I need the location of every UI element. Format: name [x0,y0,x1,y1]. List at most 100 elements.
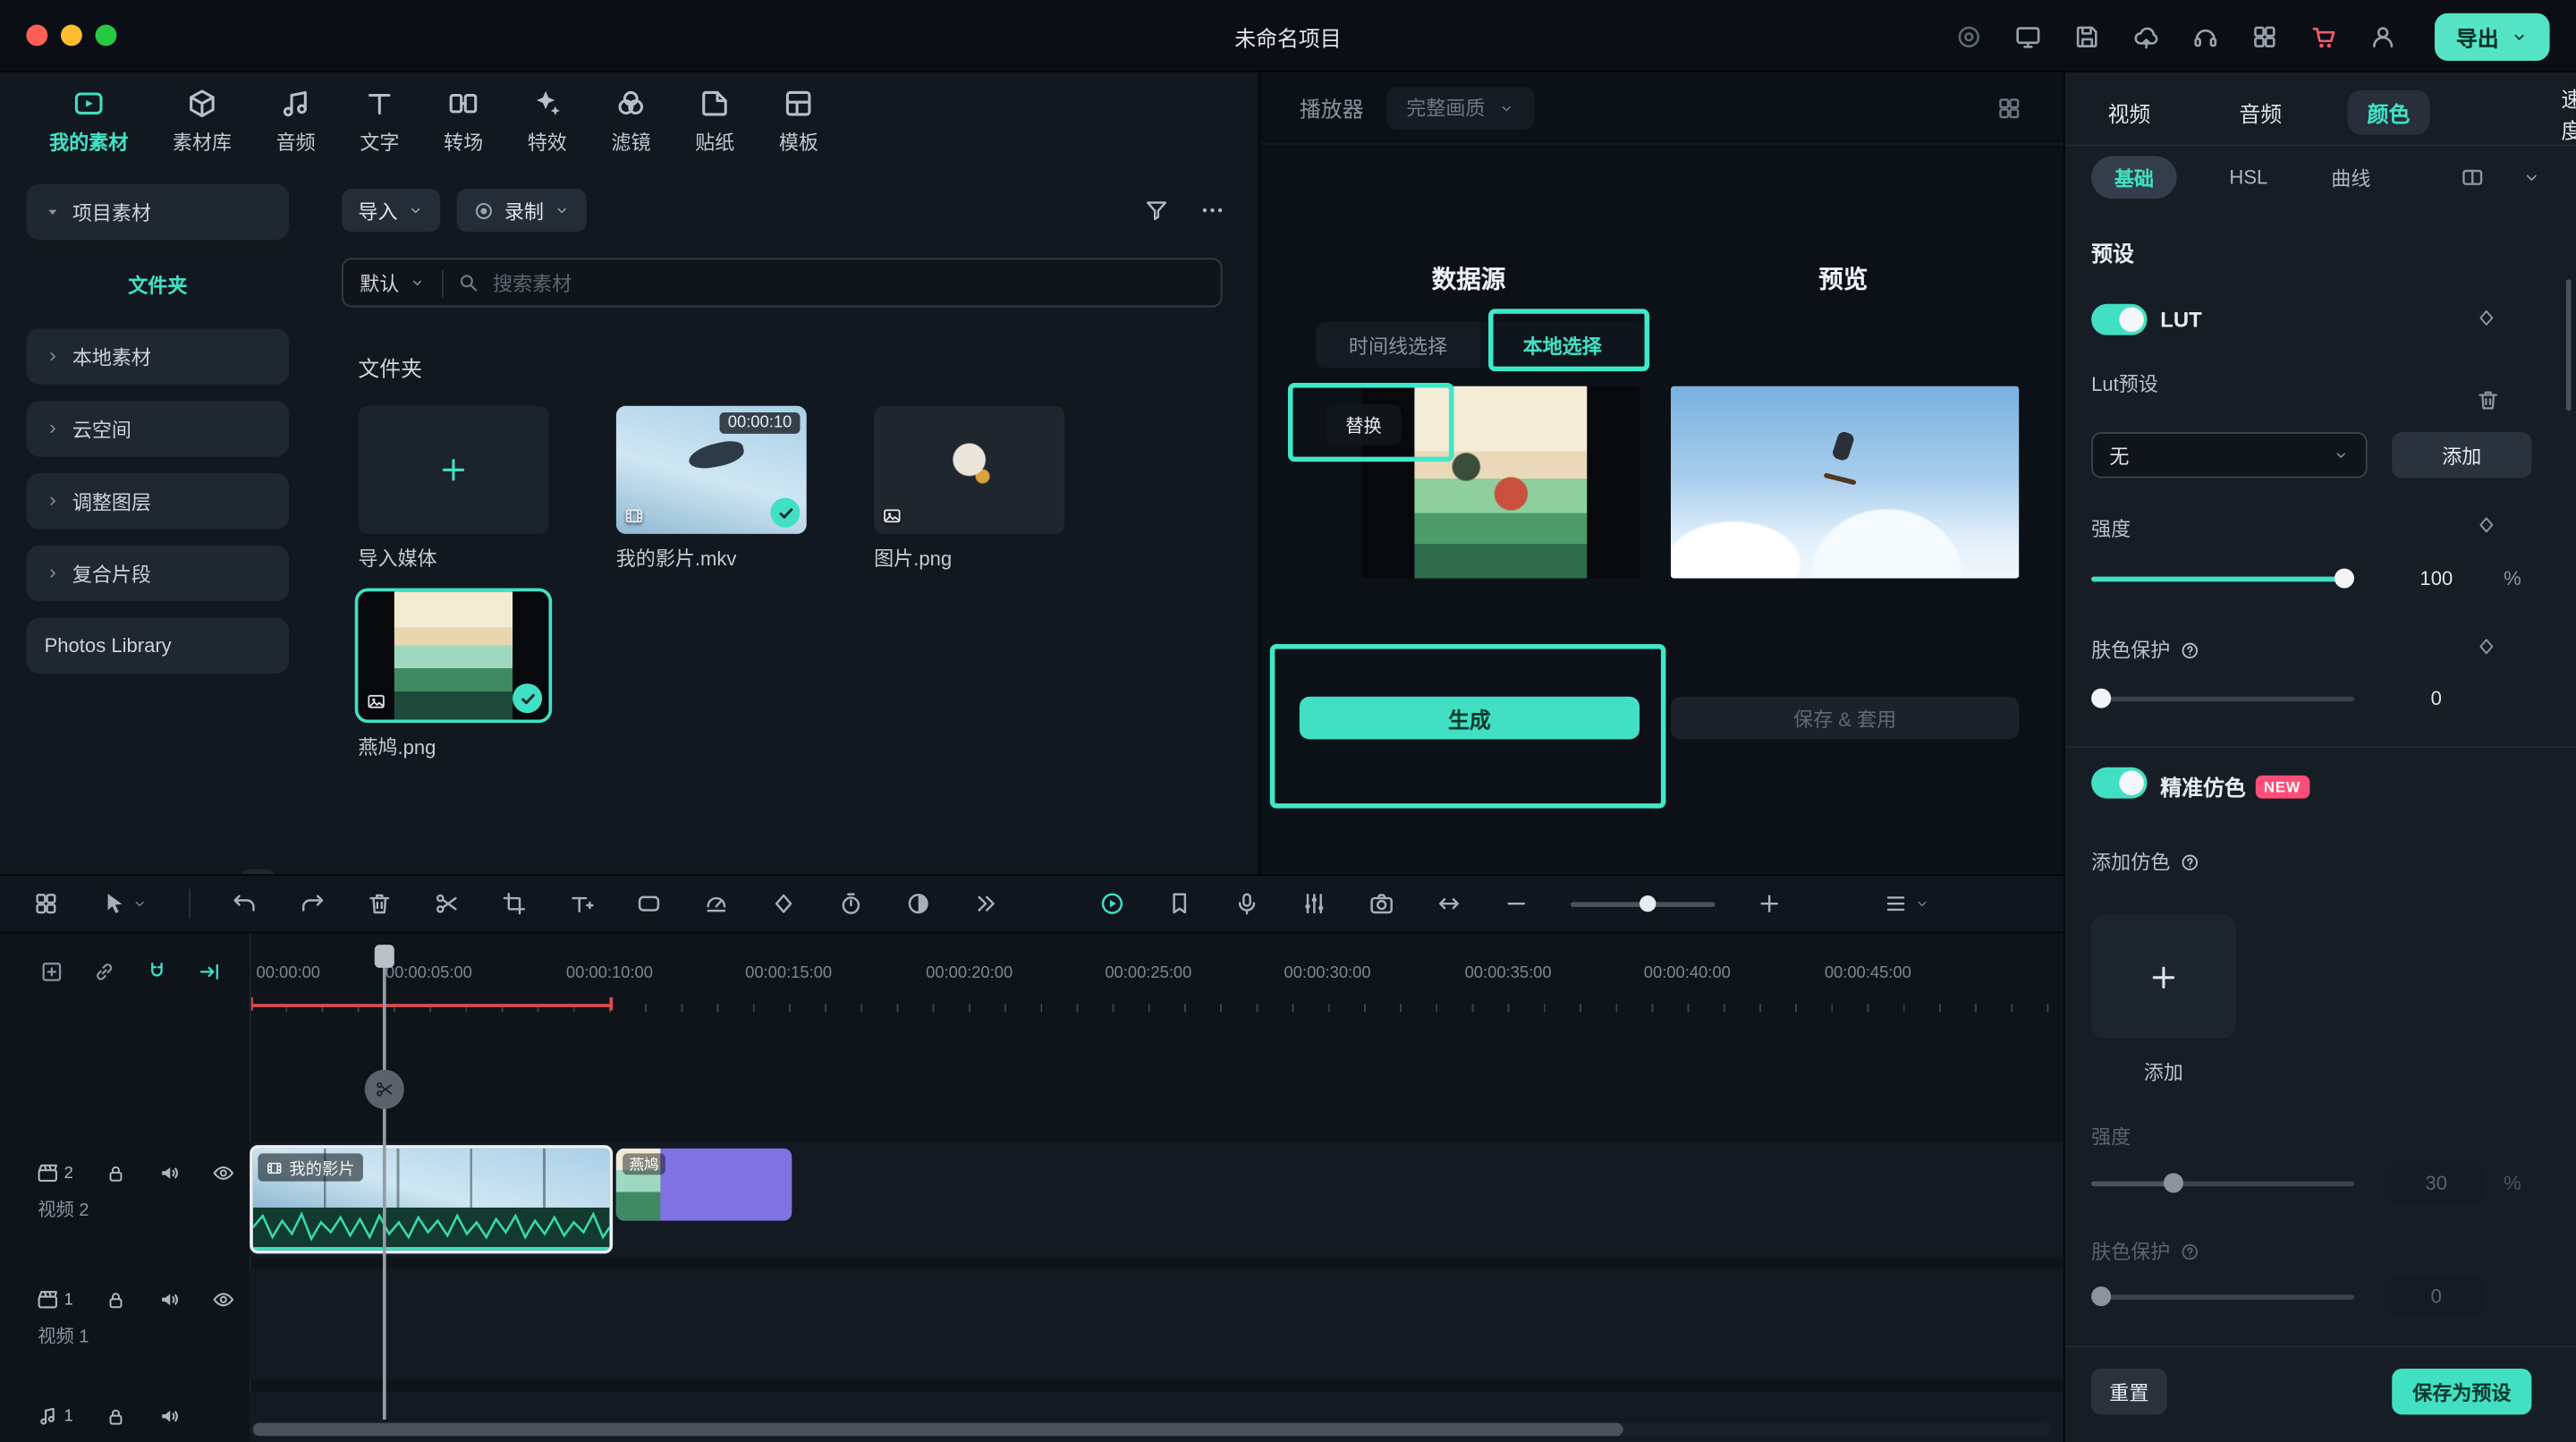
speed-icon[interactable] [703,890,729,916]
snapshot-icon[interactable] [1368,890,1394,916]
tab-filters[interactable]: 滤镜 [611,87,650,174]
help-icon[interactable] [2180,852,2199,871]
more-options-icon[interactable] [1199,197,1225,223]
lock-track-icon[interactable] [105,1405,126,1427]
import-button[interactable]: 导入 [342,189,440,232]
keyframe-icon[interactable] [770,890,796,916]
color-match-toggle[interactable] [2091,768,2147,799]
minimize-window-button[interactable] [61,25,82,47]
sidebar-item-adjustment-layer[interactable]: 调整图层 [26,473,289,529]
keyframe-diamond-icon[interactable] [2476,514,2497,536]
save-project-icon[interactable] [2073,22,2101,50]
replace-button[interactable]: 替换 [1326,404,1401,445]
import-media-tile[interactable] [358,406,548,534]
cloud-upload-icon[interactable] [2132,22,2160,50]
media-browser-toggle-icon[interactable] [33,890,59,916]
skin-protect-slider[interactable] [2091,687,2354,710]
media-item-video[interactable]: 00:00:10 [616,406,807,534]
playhead-handle[interactable] [375,945,394,968]
auto-reframe-icon[interactable] [1099,890,1125,916]
mute-track-icon[interactable] [157,1404,181,1428]
source-thumbnail[interactable] [1362,386,1640,579]
filter-funnel-icon[interactable] [1143,197,1169,223]
timeline-clip-image[interactable]: 燕鸠 [616,1149,792,1221]
sidebar-item-folder[interactable]: 文件夹 [26,257,289,312]
props-scrollbar[interactable] [2566,279,2572,411]
props-tab-video[interactable]: 视频 [2088,90,2170,135]
lut-toggle[interactable] [2091,304,2147,335]
player-layout-icon[interactable] [1996,95,2022,121]
tab-effects[interactable]: 特效 [528,87,567,174]
tab-transitions[interactable]: 转场 [444,87,483,174]
voiceover-icon[interactable] [1233,890,1259,916]
hide-track-icon[interactable] [211,1288,234,1311]
text-tool-icon[interactable] [568,890,594,916]
subtab-curves[interactable]: 曲线 [2309,156,2394,199]
sidebar-item-photos-library[interactable]: Photos Library [26,618,289,674]
tab-audio[interactable]: 音频 [276,87,316,174]
tab-stickers[interactable]: 贴纸 [695,87,734,174]
sidebar-item-cloud[interactable]: 云空间 [26,401,289,456]
tab-my-media[interactable]: 我的素材 [49,87,128,174]
crop-icon[interactable] [501,890,527,916]
timeline-ruler[interactable]: 00:00:00 00:00:05:00 00:00:10:00 00:00:1… [0,961,2063,1014]
save-apply-button[interactable]: 保存 & 套用 [1671,697,2019,740]
record-button[interactable]: 录制 [457,189,587,232]
chevron-down-icon[interactable] [2521,167,2541,187]
playhead[interactable] [383,945,386,1420]
mask-icon[interactable] [636,890,662,916]
compare-view-icon[interactable] [2460,165,2486,191]
focus-mode-icon[interactable] [1955,22,1983,50]
reset-button[interactable]: 重置 [2091,1369,2166,1414]
zoom-slider[interactable] [1571,894,1716,913]
redo-icon[interactable] [299,890,325,916]
delete-lut-icon[interactable] [2476,387,2501,412]
zoom-in-icon[interactable] [1756,890,1782,916]
tab-titles[interactable]: 文字 [360,87,399,174]
mute-track-icon[interactable] [157,1288,181,1311]
zoom-window-button[interactable] [96,25,117,47]
tab-timeline-selection[interactable]: 时间线选择 [1316,322,1480,368]
quality-dropdown[interactable]: 完整画质 [1386,86,1534,129]
display-settings-icon[interactable] [2014,22,2042,50]
sidebar-item-compound-clip[interactable]: 复合片段 [26,546,289,601]
skin-protect-value[interactable]: 0 [2390,677,2482,720]
purchase-cart-icon[interactable] [2309,22,2337,50]
more-tools-icon[interactable] [972,890,998,916]
add-reference-tile[interactable] [2091,915,2236,1039]
undo-icon[interactable] [232,890,258,916]
subtab-hsl[interactable]: HSL [2207,156,2291,199]
account-icon[interactable] [2368,22,2396,50]
match-skin-value[interactable]: 0 [2390,1275,2482,1318]
select-tool-icon[interactable] [100,890,148,916]
keyframe-diamond-icon[interactable] [2476,636,2497,657]
props-tab-speed[interactable]: 速度 [2541,90,2576,135]
timeline-clip-video[interactable]: 我的影片 [250,1145,613,1253]
save-preset-button[interactable]: 保存为预设 [2392,1369,2531,1414]
fit-to-timeline-icon[interactable] [1436,890,1462,916]
media-item-image[interactable] [874,406,1064,534]
strength-slider[interactable] [2091,567,2354,590]
zoom-out-icon[interactable] [1504,890,1530,916]
match-skin-slider[interactable] [2091,1285,2354,1308]
help-icon[interactable] [2180,1242,2199,1261]
tab-templates[interactable]: 模板 [779,87,818,174]
tab-stock-media[interactable]: 素材库 [173,87,232,174]
render-preview-icon[interactable] [838,890,864,916]
keyframe-diamond-icon[interactable] [2476,307,2497,328]
props-tab-color[interactable]: 颜色 [2348,90,2430,135]
export-button[interactable]: 导出 [2435,13,2550,60]
support-icon[interactable] [2191,22,2219,50]
color-palette-icon[interactable] [905,890,931,916]
split-at-playhead-button[interactable] [365,1070,404,1109]
split-icon[interactable] [434,890,460,916]
tab-local-selection[interactable]: 本地选择 [1480,322,1645,368]
hide-track-icon[interactable] [211,1162,234,1185]
audio-mixer-icon[interactable] [1301,890,1327,916]
add-lut-button[interactable]: 添加 [2392,432,2531,478]
media-search[interactable]: 默认 搜索素材 [342,258,1222,307]
track-manager-icon[interactable] [1883,890,1930,916]
strength-value[interactable]: 100 [2390,557,2482,600]
props-tab-audio[interactable]: 音频 [2219,90,2301,135]
lock-track-icon[interactable] [105,1289,126,1311]
